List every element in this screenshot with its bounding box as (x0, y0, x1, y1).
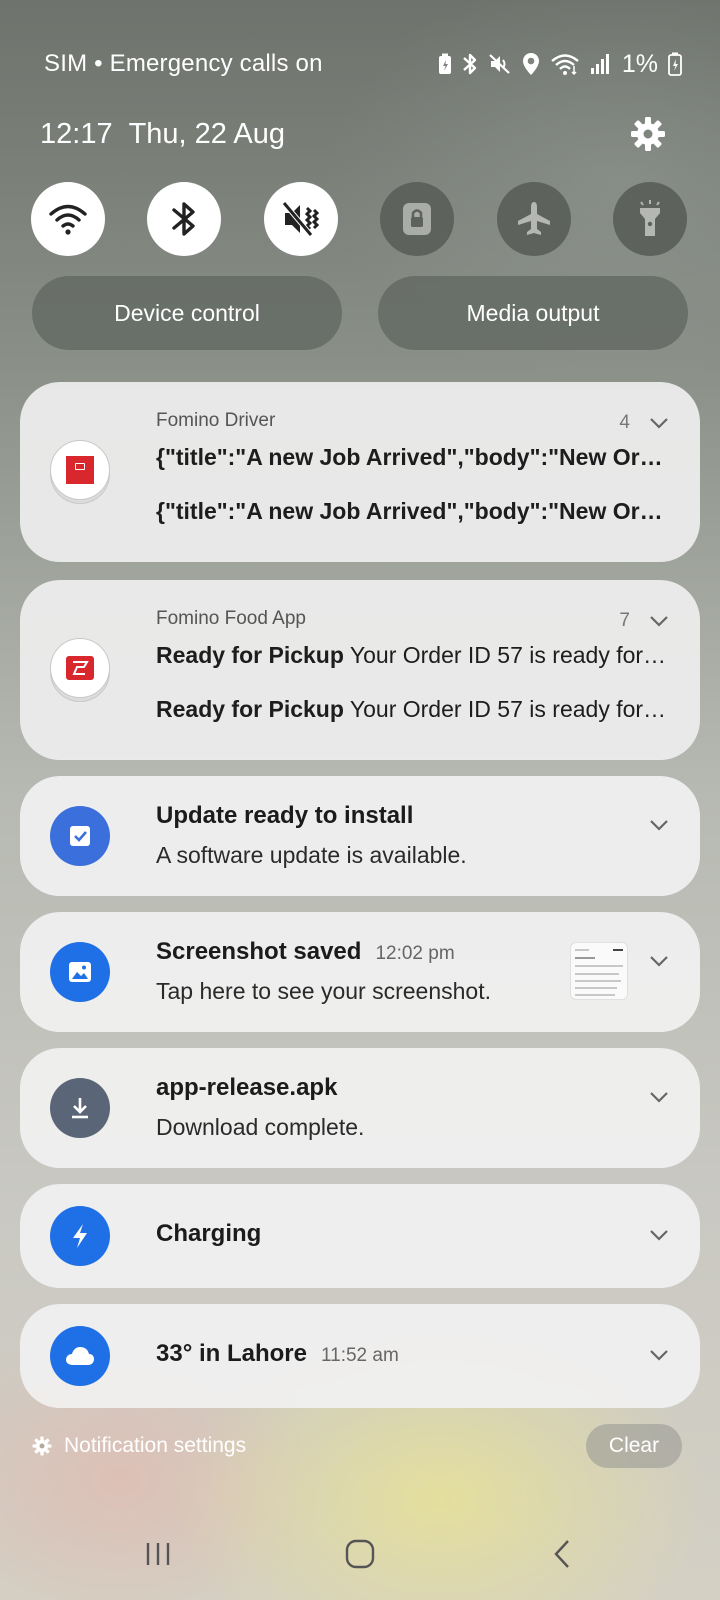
notification-footer: Notification settings Clear (32, 1424, 682, 1468)
notification-screenshot[interactable]: Screenshot saved 12:02 pm Tap here to see… (20, 912, 700, 1032)
notification-title: Screenshot saved (156, 938, 362, 965)
notification-settings-label: Notification settings (64, 1434, 247, 1457)
device-control-button[interactable]: Device control (32, 276, 342, 350)
notification-software-update[interactable]: Update ready to install A software updat… (20, 776, 700, 896)
mute-vibrate-icon (281, 201, 319, 237)
media-output-button[interactable]: Media output (378, 276, 688, 350)
chevron-down-icon[interactable] (648, 1224, 670, 1246)
notification-body: A software update is available. (156, 842, 467, 868)
airplane-toggle[interactable] (496, 182, 571, 256)
gallery-icon (50, 942, 110, 1002)
lock-icon (403, 203, 432, 235)
clear-button[interactable]: Clear (586, 1424, 682, 1468)
carrier-text: SIM • Emergency calls on (44, 50, 323, 77)
notification-time: 11:52 am (320, 1345, 399, 1366)
quick-pills: Device control Media output (32, 276, 688, 350)
chevron-down-icon[interactable] (648, 814, 670, 836)
notification-title: 33° in Lahore (156, 1340, 307, 1367)
notification-line: Ready for Pickup Your Order ID 57 is rea… (156, 642, 668, 669)
bluetooth-toggle[interactable] (147, 182, 222, 256)
notification-line-body: Your Order ID 57 is ready for pickup (349, 696, 668, 722)
notification-line-title: Ready for Pickup (156, 642, 344, 668)
notification-line-body: Your Order ID 57 is ready for pickup (349, 642, 668, 668)
wifi-icon (551, 54, 579, 76)
navigation-bar (0, 1534, 720, 1574)
recents-icon (146, 1543, 170, 1565)
notification-count: 7 (619, 610, 630, 631)
notification-title: app-release.apk (156, 1074, 338, 1101)
chevron-down-icon[interactable] (648, 1086, 670, 1108)
signal-icon (590, 54, 609, 74)
notification-count: 4 (619, 412, 630, 433)
notification-charging[interactable]: Charging (20, 1184, 700, 1288)
notification-line: {"title":"A new Job Arrived","body":"New… (156, 498, 668, 524)
notification-body: Download complete. (156, 1114, 365, 1140)
notification-line: {"title":"A new Job Arrived","body":"New… (156, 444, 668, 470)
back-button[interactable] (542, 1534, 582, 1574)
quick-toggles (31, 182, 687, 256)
lightning-icon (50, 1206, 110, 1266)
notification-body: Tap here to see your screenshot. (156, 978, 491, 1004)
back-icon (554, 1540, 569, 1568)
screenshot-thumbnail[interactable] (570, 942, 628, 1000)
battery-icon (668, 52, 682, 76)
battery-percent: 1% (621, 49, 658, 78)
home-button[interactable] (340, 1534, 380, 1574)
notification-app-name: Fomino Driver (156, 410, 276, 431)
sound-toggle[interactable] (263, 182, 338, 256)
clock: 12:17 (40, 118, 113, 150)
recents-button[interactable] (138, 1534, 178, 1574)
cloud-icon (50, 1326, 110, 1386)
notification-fomino-driver[interactable]: Fomino Driver 4 {"title":"A new Job Arri… (20, 382, 700, 562)
gear-icon[interactable] (630, 116, 666, 152)
chevron-down-icon[interactable] (648, 950, 670, 972)
notification-fomino-food[interactable]: Fomino Food App 7 Ready for Pickup Your … (20, 580, 700, 760)
bluetooth-icon (463, 53, 477, 75)
chevron-down-icon[interactable] (648, 412, 670, 434)
notification-line-title: Ready for Pickup (156, 696, 344, 722)
notification-time: 12:02 pm (375, 943, 455, 964)
notification-title-row: Screenshot saved 12:02 pm (156, 938, 455, 966)
flashlight-toggle[interactable] (612, 182, 687, 256)
chevron-down-icon[interactable] (648, 1344, 670, 1366)
lock-toggle[interactable] (380, 182, 455, 256)
notification-title: Update ready to install (156, 802, 414, 829)
fomino-driver-app-icon (50, 440, 110, 500)
flashlight-icon (639, 200, 660, 236)
fomino-food-app-icon (50, 638, 110, 698)
download-icon (50, 1078, 110, 1138)
chevron-down-icon[interactable] (648, 610, 670, 632)
home-icon (345, 1539, 375, 1569)
notification-title-row: 33° in Lahore 11:52 am (156, 1340, 399, 1368)
date: Thu, 22 Aug (128, 118, 285, 150)
airplane-icon (517, 202, 550, 235)
notification-settings-link[interactable]: Notification settings (32, 1434, 246, 1458)
update-icon (50, 806, 110, 866)
status-bar: SIM • Emergency calls on 1% (44, 46, 682, 82)
wifi-toggle[interactable] (31, 182, 105, 256)
bluetooth-icon (172, 202, 196, 236)
notification-weather[interactable]: 33° in Lahore 11:52 am (20, 1304, 700, 1408)
notification-line: Ready for Pickup Your Order ID 57 is rea… (156, 696, 668, 723)
wifi-icon (49, 204, 87, 235)
location-icon (522, 53, 539, 75)
battery-saver-icon (438, 53, 451, 74)
notification-download[interactable]: app-release.apk Download complete. (20, 1048, 700, 1168)
mute-icon (489, 54, 510, 74)
notification-app-name: Fomino Food App (156, 608, 306, 629)
notification-title: Charging (156, 1220, 262, 1247)
date-time: 12:17 Thu, 22 Aug (40, 118, 285, 151)
gear-icon (32, 1436, 52, 1456)
